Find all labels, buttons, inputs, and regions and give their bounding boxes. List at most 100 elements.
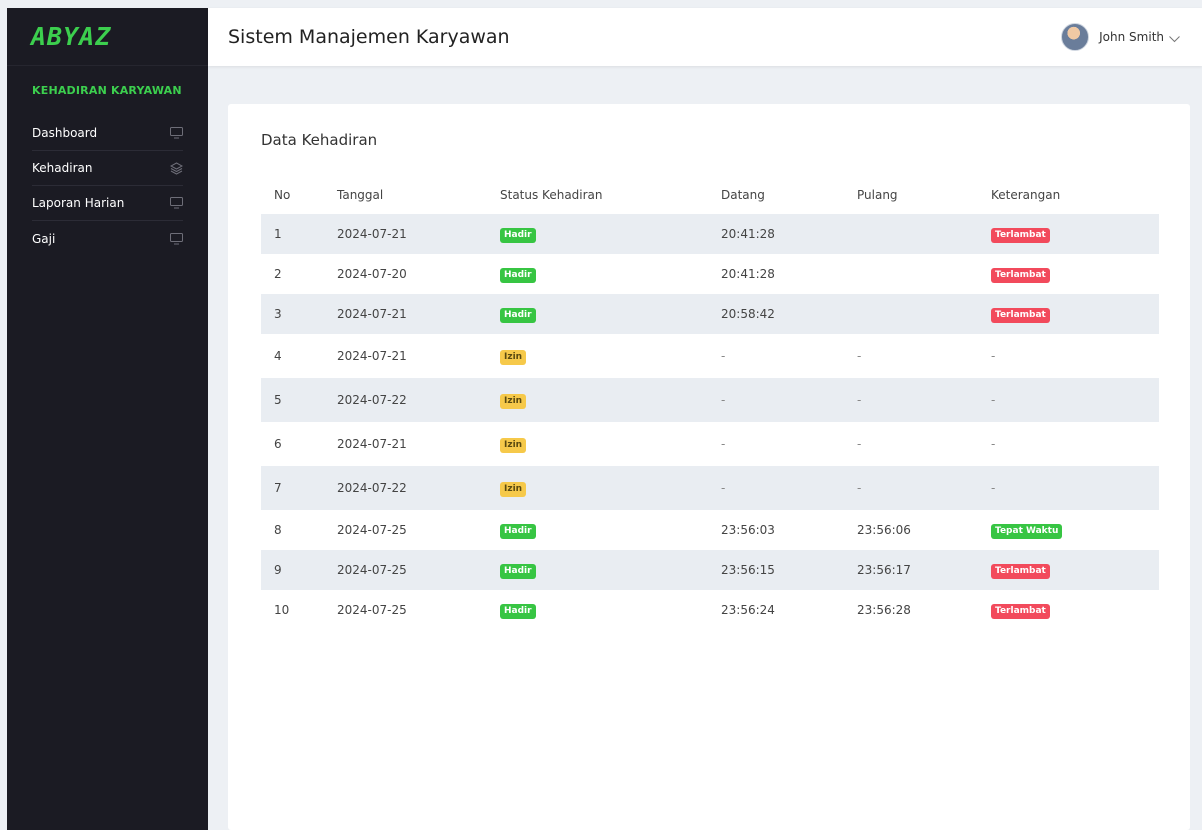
- status-badge: Hadir: [500, 307, 536, 323]
- table-row: 2 2024-07-20 Hadir 20:41:28 Terlambat: [261, 254, 1159, 294]
- cell-pulang: -: [857, 422, 991, 466]
- cell-no: 8: [274, 523, 282, 537]
- cell-keterangan: -: [991, 422, 1159, 466]
- cell-tanggal: 2024-07-21: [337, 437, 407, 451]
- cell-pulang: [857, 254, 991, 294]
- cell-no: 10: [274, 603, 290, 617]
- sidebar-item-dashboard[interactable]: Dashboard: [32, 116, 183, 151]
- column-header-keterangan: Keterangan: [991, 188, 1061, 202]
- cell-keterangan: Terlambat: [991, 294, 1159, 334]
- sidebar-item-label: Dashboard: [32, 126, 98, 140]
- datang-value: 23:56:15: [721, 563, 775, 577]
- sidebar-menu: Dashboard Kehadiran Laporan Harian Gaji: [32, 116, 183, 256]
- cell-status: Hadir: [500, 254, 721, 294]
- cell-pulang: 23:56:17: [857, 550, 991, 590]
- cell-datang: 20:58:42: [721, 294, 857, 334]
- late-badge: Terlambat: [991, 267, 1050, 283]
- cell-tanggal: 2024-07-25: [337, 523, 407, 537]
- datang-value: 23:56:03: [721, 523, 775, 537]
- user-name: John Smith: [1099, 30, 1164, 44]
- cell-tanggal: 2024-07-25: [337, 563, 407, 577]
- sidebar-item-label: Laporan Harian: [32, 196, 125, 210]
- late-badge: Terlambat: [991, 603, 1050, 619]
- cell-no: 1: [274, 227, 282, 241]
- keterangan-value: -: [991, 481, 996, 495]
- sidebar-item-gaji[interactable]: Gaji: [32, 221, 183, 256]
- user-menu[interactable]: John Smith: [1061, 23, 1180, 51]
- table-row: 9 2024-07-25 Hadir 23:56:15 23:56:17 Terlamba…: [261, 550, 1159, 590]
- card-title: Data Kehadiran: [261, 131, 378, 149]
- app-title: Sistem Manajemen Karyawan: [228, 26, 510, 48]
- attendance-card: Data Kehadiran No Tanggal Status Kehadir…: [228, 104, 1190, 830]
- cell-datang: -: [721, 378, 857, 422]
- status-badge: Izin: [500, 437, 527, 453]
- cell-tanggal: 2024-07-21: [337, 227, 407, 241]
- sidebar-item-laporan-harian[interactable]: Laporan Harian: [32, 186, 183, 221]
- cell-keterangan: Terlambat: [991, 254, 1159, 294]
- sidebar-item-kehadiran[interactable]: Kehadiran: [32, 151, 183, 186]
- pulang-value: -: [857, 437, 862, 451]
- table-header-row: No Tanggal Status Kehadiran Datang Pulan…: [261, 176, 1159, 214]
- datang-value: -: [721, 437, 726, 451]
- avatar[interactable]: [1061, 23, 1090, 51]
- cell-status: Izin: [500, 422, 721, 466]
- cell-pulang: 23:56:28: [857, 590, 991, 630]
- pulang-value: 23:56:17: [857, 563, 911, 577]
- cell-keterangan: -: [991, 378, 1159, 422]
- attendance-table: No Tanggal Status Kehadiran Datang Pulan…: [261, 176, 1159, 630]
- cell-datang: -: [721, 334, 857, 378]
- pulang-value: -: [857, 393, 862, 407]
- pulang-value: 23:56:28: [857, 603, 911, 617]
- status-badge: Hadir: [500, 563, 536, 579]
- column-header-tanggal: Tanggal: [337, 188, 384, 202]
- cell-no: 9: [274, 563, 282, 577]
- table-row: 4 2024-07-21 Izin - - -: [261, 334, 1159, 378]
- column-header-pulang: Pulang: [857, 188, 898, 202]
- column-header-no: No: [274, 188, 291, 202]
- cell-no: 5: [274, 393, 282, 407]
- cell-no: 2: [274, 267, 282, 281]
- pulang-value: 23:56:06: [857, 523, 911, 537]
- table-row: 5 2024-07-22 Izin - - -: [261, 378, 1159, 422]
- cell-status: Hadir: [500, 214, 721, 254]
- table-row: 8 2024-07-25 Hadir 23:56:03 23:56:06 Tepat Wa…: [261, 510, 1159, 550]
- cell-keterangan: Tepat Waktu: [991, 510, 1159, 550]
- datang-value: -: [721, 349, 726, 363]
- keterangan-value: -: [991, 393, 996, 407]
- column-header-datang: Datang: [721, 188, 765, 202]
- status-badge: Hadir: [500, 267, 536, 283]
- sidebar-item-label: Gaji: [32, 231, 56, 246]
- cell-datang: 23:56:15: [721, 550, 857, 590]
- cell-status: Izin: [500, 466, 721, 510]
- on-time-badge: Tepat Waktu: [991, 523, 1063, 539]
- cell-keterangan: Terlambat: [991, 550, 1159, 590]
- late-badge: Terlambat: [991, 307, 1050, 323]
- table-row: 10 2024-07-25 Hadir 23:56:24 23:56:28 Terlamb…: [261, 590, 1159, 630]
- datang-value: 20:58:42: [721, 307, 775, 321]
- cell-status: Izin: [500, 378, 721, 422]
- cell-status: Izin: [500, 334, 721, 378]
- layers-icon: [170, 161, 183, 175]
- column-header-status: Status Kehadiran: [500, 188, 603, 202]
- cell-tanggal: 2024-07-21: [337, 307, 407, 321]
- cell-status: Hadir: [500, 590, 721, 630]
- table-row: 7 2024-07-22 Izin - - -: [261, 466, 1159, 510]
- keterangan-value: -: [991, 437, 996, 451]
- cell-datang: -: [721, 422, 857, 466]
- sidebar: ABYAZ KEHADIRAN KARYAWAN Dashboard Kehad…: [7, 8, 208, 830]
- status-badge: Hadir: [500, 227, 536, 243]
- cell-pulang: -: [857, 334, 991, 378]
- cell-tanggal: 2024-07-25: [337, 603, 407, 617]
- brand-logo[interactable]: ABYAZ: [7, 8, 208, 66]
- status-badge: Izin: [500, 349, 527, 365]
- datang-value: 23:56:24: [721, 603, 775, 617]
- cell-pulang: 23:56:06: [857, 510, 991, 550]
- late-badge: Terlambat: [991, 563, 1050, 579]
- cell-tanggal: 2024-07-22: [337, 481, 407, 495]
- datang-value: 20:41:28: [721, 267, 775, 281]
- monitor-icon: [170, 127, 183, 139]
- logo-text: ABYAZ: [31, 22, 112, 51]
- cell-keterangan: -: [991, 466, 1159, 510]
- sidebar-item-label: Kehadiran: [32, 161, 93, 175]
- cell-datang: 20:41:28: [721, 254, 857, 294]
